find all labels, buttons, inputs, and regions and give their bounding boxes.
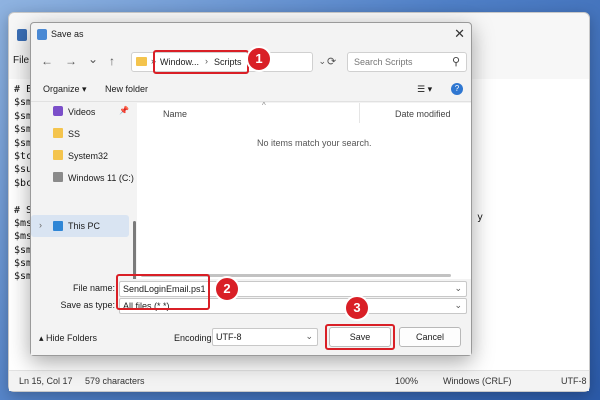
highlight-address — [153, 50, 249, 74]
chevron-down-icon[interactable]: ⌄ — [454, 300, 462, 311]
sidebar-item-label: Windows 11 (C:) — [68, 173, 134, 183]
pin-icon: 📌 — [119, 106, 129, 115]
help-icon[interactable]: ? — [451, 83, 463, 95]
chevron-down-icon[interactable]: ⌄ — [318, 56, 326, 67]
up-arrow-icon[interactable]: ↑ — [109, 54, 115, 68]
save-type-label: Save as type: — [60, 300, 115, 310]
search-icon: ⚲ — [451, 56, 460, 68]
new-folder-button[interactable]: New folder — [105, 84, 148, 94]
menu-file[interactable]: File — [13, 55, 29, 66]
status-zoom: 100% — [395, 376, 419, 386]
hide-folders-button[interactable]: ▴ Hide Folders — [39, 333, 97, 344]
chevron-right-icon[interactable]: › — [39, 220, 42, 230]
dialog-title: Save as — [51, 29, 84, 39]
notepad-icon — [37, 29, 47, 40]
column-header-date-modified[interactable]: Date modified — [395, 109, 451, 119]
chevron-down-icon[interactable]: ⌄ — [88, 52, 98, 66]
notepad-icon — [17, 29, 31, 43]
caret-up-icon: ▴ — [39, 333, 47, 343]
status-line-endings: Windows (CRLF) — [443, 376, 512, 386]
folder-icon — [53, 150, 63, 160]
column-header-name[interactable]: Name — [163, 109, 187, 119]
filename-label: File name: — [72, 283, 115, 293]
sidebar-item-label: This PC — [68, 221, 101, 231]
navigation-pane: Videos 📌 SS System32 Windows 11 (C:) › T… — [31, 103, 134, 279]
sidebar-item-ss[interactable]: SS — [37, 125, 129, 143]
chevron-down-icon[interactable]: ⌄ — [454, 283, 462, 294]
folder-icon — [136, 57, 147, 66]
file-list[interactable]: Name ^ Date modified No items match your… — [137, 101, 471, 279]
organize-button[interactable]: Organize ▾ — [43, 84, 87, 95]
step-badge-3: 3 — [344, 295, 370, 321]
forward-arrow-icon[interactable]: → — [65, 54, 77, 68]
save-fields: File name: SendLoginEmail.ps1 ⌄ Save as … — [31, 279, 471, 321]
encoding-label: Encoding: — [174, 333, 215, 343]
drive-icon — [53, 172, 63, 182]
sort-arrow-icon: ^ — [262, 101, 266, 110]
search-placeholder: Search Scripts — [354, 57, 413, 67]
command-toolbar: Organize ▾ New folder ☰ ▾ ? — [31, 79, 471, 102]
sidebar-item-label: SS — [68, 129, 81, 139]
highlight-filename-type — [116, 274, 210, 310]
sidebar-item-label: Videos — [68, 107, 96, 117]
column-divider — [359, 103, 360, 123]
status-encoding: UTF-8 — [561, 376, 587, 386]
sidebar-item-this-pc[interactable]: › This PC — [31, 215, 129, 237]
sidebar-item-windows-drive[interactable]: Windows 11 (C:) — [37, 169, 134, 187]
sidebar-item-videos[interactable]: Videos 📌 — [37, 103, 129, 121]
status-position: Ln 15, Col 17 — [19, 376, 73, 386]
search-input[interactable]: Search Scripts ⚲ — [347, 52, 467, 72]
back-arrow-icon[interactable]: ← — [41, 54, 53, 68]
step-badge-2: 2 — [214, 276, 240, 302]
status-characters: 579 characters — [85, 376, 145, 386]
hide-folders-label: Hide Folders — [46, 333, 98, 343]
chevron-down-icon[interactable]: ⌄ — [305, 331, 313, 342]
dialog-footer: ▴ Hide Folders Encoding: UTF-8 ⌄ Save Ca… — [31, 321, 471, 355]
empty-message: No items match your search. — [257, 138, 372, 148]
encoding-value: UTF-8 — [216, 332, 242, 342]
dialog-titlebar[interactable]: Save as ✕ — [31, 23, 471, 45]
highlight-save-button — [325, 324, 395, 350]
pc-icon — [53, 221, 63, 231]
step-badge-1: 1 — [246, 46, 272, 72]
videos-icon — [53, 106, 63, 116]
scrollbar-thumb[interactable] — [133, 221, 136, 281]
refresh-icon[interactable]: ⟳ — [327, 55, 336, 68]
view-options-icon[interactable]: ☰ ▾ — [417, 84, 432, 95]
folder-icon — [53, 128, 63, 138]
sidebar-item-label: System32 — [68, 151, 109, 161]
encoding-select[interactable]: UTF-8 ⌄ — [212, 328, 318, 346]
status-bar: Ln 15, Col 17 579 characters 100% Window… — [9, 370, 589, 391]
save-as-dialog: Save as ✕ ← → ⌄ ↑ » Window... › Scripts … — [30, 22, 472, 356]
code-fragment: y — [477, 212, 484, 223]
sidebar-item-system32[interactable]: System32 — [37, 147, 129, 165]
cancel-button[interactable]: Cancel — [399, 327, 461, 347]
close-icon[interactable]: ✕ — [454, 26, 465, 42]
